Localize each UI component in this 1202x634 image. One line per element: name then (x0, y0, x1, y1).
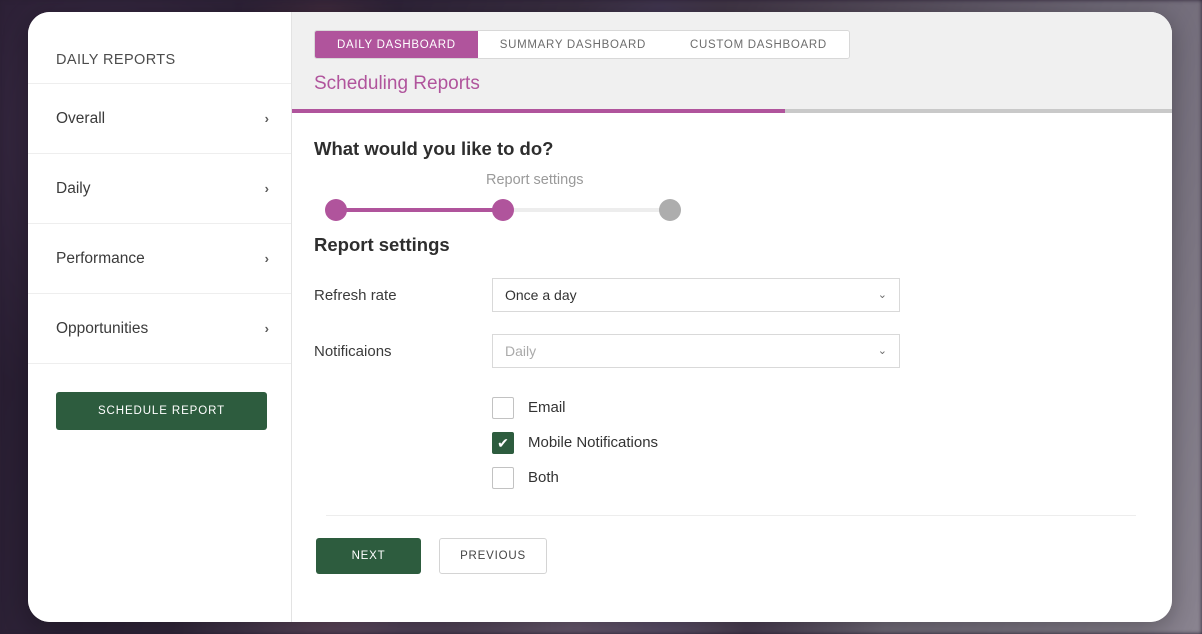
sidebar-item-label: Daily (56, 180, 90, 198)
tab-daily-dashboard[interactable]: DAILY DASHBOARD (315, 31, 478, 58)
wizard-progress-track (292, 109, 1172, 113)
sidebar-item-opportunities[interactable]: Opportunities › (28, 294, 291, 364)
sidebar-item-label: Opportunities (56, 320, 148, 338)
schedule-report-button[interactable]: SCHEDULE REPORT (56, 392, 267, 430)
schedule-report-wrap: SCHEDULE REPORT (28, 364, 291, 430)
checkbox-label: Email (528, 399, 566, 416)
section-title: Report settings (314, 234, 1148, 256)
content-area: DAILY DASHBOARD SUMMARY DASHBOARD CUSTOM… (292, 12, 1172, 622)
next-button[interactable]: NEXT (316, 538, 421, 574)
stepper-dot-1[interactable] (325, 199, 347, 221)
dashboard-tabs: DAILY DASHBOARD SUMMARY DASHBOARD CUSTOM… (314, 30, 850, 59)
sidebar-heading: DAILY REPORTS (28, 36, 291, 84)
check-icon: ✔ (497, 436, 509, 450)
sidebar-item-daily[interactable]: Daily › (28, 154, 291, 224)
sidebar: DAILY REPORTS Overall › Daily › Performa… (28, 12, 292, 622)
sidebar-item-label: Performance (56, 250, 145, 268)
refresh-rate-label: Refresh rate (314, 287, 492, 304)
tab-custom-dashboard[interactable]: CUSTOM DASHBOARD (668, 31, 849, 58)
chevron-right-icon: › (265, 252, 269, 265)
wizard-progress-fill (292, 109, 785, 113)
refresh-rate-value: Once a day (505, 287, 577, 303)
sidebar-item-overall[interactable]: Overall › (28, 84, 291, 154)
chevron-right-icon: › (265, 182, 269, 195)
notification-channel-checkboxes: ✔ Email ✔ Mobile Notifications ✔ Both (492, 390, 1148, 495)
chevron-right-icon: › (265, 322, 269, 335)
wizard-body: What would you like to do? Report settin… (292, 112, 1172, 574)
chevron-right-icon: › (265, 112, 269, 125)
chevron-down-icon: ⌄ (878, 288, 887, 301)
refresh-rate-select[interactable]: Once a day ⌄ (492, 278, 900, 312)
stepper-dot-2[interactable] (492, 199, 514, 221)
notifications-value: Daily (505, 343, 536, 359)
stepper-dot-3[interactable] (659, 199, 681, 221)
question-heading: What would you like to do? (314, 138, 1148, 160)
stepper-current-label: Report settings (486, 172, 584, 188)
notifications-select[interactable]: Daily ⌄ (492, 334, 900, 368)
chevron-down-icon: ⌄ (878, 344, 887, 357)
checkbox-mobile-notifications[interactable]: ✔ (492, 432, 514, 454)
notifications-label: Notificaions (314, 343, 492, 360)
previous-button[interactable]: PREVIOUS (439, 538, 547, 574)
app-card: DAILY REPORTS Overall › Daily › Performa… (28, 12, 1172, 622)
checkbox-label: Both (528, 469, 559, 486)
checkbox-both[interactable]: ✔ (492, 467, 514, 489)
checkbox-row-both[interactable]: ✔ Both (492, 460, 1148, 495)
wizard-stepper: Report settings (318, 172, 1148, 230)
sidebar-item-performance[interactable]: Performance › (28, 224, 291, 294)
checkbox-email[interactable]: ✔ (492, 397, 514, 419)
checkbox-row-email[interactable]: ✔ Email (492, 390, 1148, 425)
checkbox-label: Mobile Notifications (528, 434, 658, 451)
header-band: DAILY DASHBOARD SUMMARY DASHBOARD CUSTOM… (292, 12, 1172, 112)
stepper-track-fill (336, 208, 503, 212)
sidebar-item-label: Overall (56, 110, 105, 128)
field-row-notifications: Notificaions Daily ⌄ (314, 334, 1148, 368)
page-title: Scheduling Reports (314, 73, 1172, 95)
field-row-refresh-rate: Refresh rate Once a day ⌄ (314, 278, 1148, 312)
checkbox-row-mobile-notifications[interactable]: ✔ Mobile Notifications (492, 425, 1148, 460)
tab-summary-dashboard[interactable]: SUMMARY DASHBOARD (478, 31, 668, 58)
wizard-footer-buttons: NEXT PREVIOUS (314, 516, 1148, 574)
